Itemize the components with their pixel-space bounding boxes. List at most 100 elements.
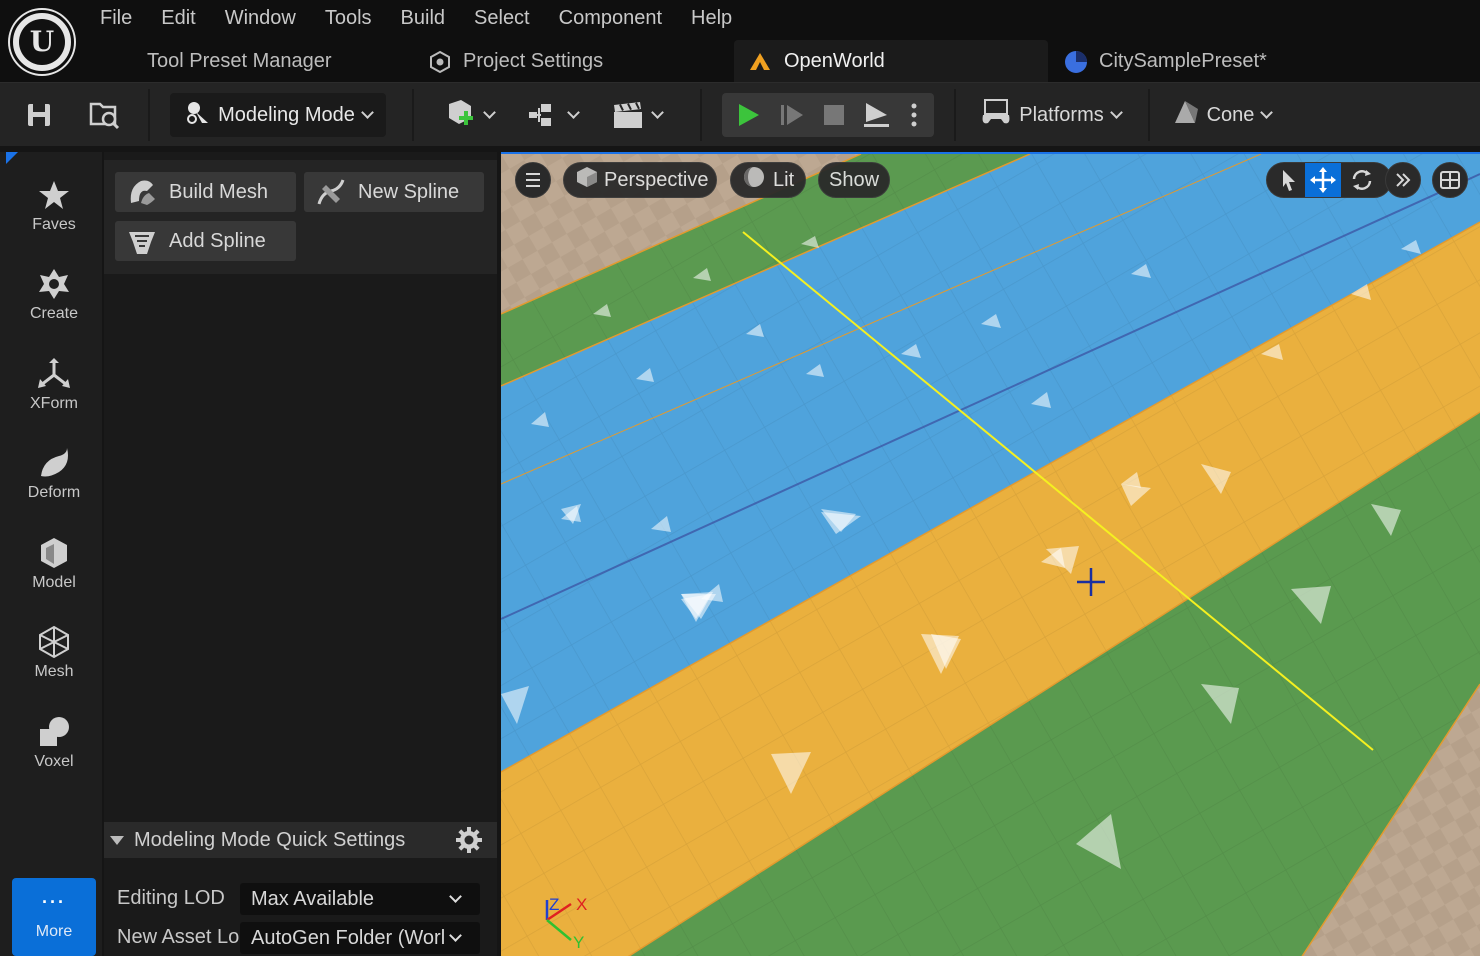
- perspective-label: Perspective: [604, 168, 709, 191]
- perspective-cube-icon: [576, 166, 598, 194]
- tab-label: CitySamplePreset*: [1099, 49, 1267, 72]
- chevron-down-icon: [449, 890, 462, 903]
- chevron-down-icon: [1260, 106, 1274, 119]
- preset-icon: [1063, 49, 1087, 73]
- chevron-down-icon: [566, 106, 580, 119]
- lit-sphere-icon: [743, 166, 765, 194]
- viewport-scene[interactable]: Z X Y: [501, 154, 1480, 956]
- menu-help[interactable]: Help: [691, 4, 732, 32]
- gear-icon[interactable]: [455, 826, 483, 854]
- category-faves[interactable]: Faves: [6, 166, 102, 250]
- lit-button[interactable]: Lit: [730, 162, 806, 198]
- more-label: More: [35, 923, 73, 940]
- menu-file[interactable]: File: [100, 4, 132, 32]
- platforms-label: Platforms: [1019, 103, 1104, 126]
- settings-cube-icon: [427, 49, 451, 74]
- menu-tools[interactable]: Tools: [325, 4, 372, 32]
- build-mesh-icon: [127, 177, 157, 207]
- category-label: Model: [32, 574, 76, 591]
- category-deform[interactable]: Deform: [6, 434, 102, 518]
- rotate-icon[interactable]: [1347, 165, 1377, 200]
- translate-icon[interactable]: [1305, 163, 1341, 197]
- menu-select[interactable]: Select: [474, 4, 530, 32]
- mesh-icon: [37, 625, 71, 659]
- editing-lod-select[interactable]: Max Available: [240, 883, 480, 915]
- save-icon[interactable]: [22, 93, 56, 137]
- build-mesh-button[interactable]: Build Mesh: [115, 172, 296, 212]
- transform-tools: [1266, 162, 1392, 198]
- more-button[interactable]: ··· More: [12, 878, 96, 956]
- show-button[interactable]: Show: [818, 162, 890, 198]
- category-model[interactable]: Model: [6, 524, 102, 608]
- create-icon: [37, 267, 71, 301]
- layout-grid-icon: [1440, 171, 1460, 189]
- category-mesh[interactable]: Mesh: [6, 613, 102, 697]
- lit-label: Lit: [773, 168, 795, 191]
- add-spline-icon: [127, 226, 157, 256]
- tab-tool-preset-manager[interactable]: Tool Preset Manager: [147, 40, 332, 82]
- viewport-layout-button[interactable]: [1432, 162, 1468, 198]
- play-icon[interactable]: [730, 93, 766, 137]
- platforms-icon: [979, 97, 1013, 133]
- modeling-mode-label: Modeling Mode: [218, 103, 355, 126]
- browse-content-icon[interactable]: [86, 93, 124, 137]
- panel-corner-marker: [6, 152, 18, 164]
- new-spline-icon: [316, 177, 346, 207]
- new-asset-location-select[interactable]: AutoGen Folder (Worl: [240, 922, 480, 954]
- category-voxel[interactable]: Voxel: [6, 703, 102, 787]
- editing-lod-value: Max Available: [251, 888, 375, 910]
- chevron-down-icon: [650, 106, 664, 119]
- tab-citysamplepreset[interactable]: CitySamplePreset*: [1063, 40, 1267, 82]
- quick-settings-header[interactable]: Modeling Mode Quick Settings: [104, 822, 497, 858]
- cone-label: Cone: [1206, 103, 1255, 126]
- chevron-down-icon: [482, 106, 496, 119]
- tab-label: OpenWorld: [784, 49, 885, 72]
- viewport-menu-button[interactable]: [515, 162, 551, 198]
- category-label: Deform: [27, 484, 81, 501]
- stop-icon[interactable]: [816, 93, 852, 137]
- tool-label: New Spline: [358, 180, 460, 203]
- modeling-mode-icon: [184, 99, 210, 131]
- more-options-icon[interactable]: [902, 93, 926, 137]
- play-controls: [722, 93, 934, 137]
- platforms-dropdown[interactable]: Platforms: [974, 93, 1126, 137]
- cinematics-button[interactable]: [606, 93, 666, 137]
- category-label: Create: [29, 305, 79, 322]
- main-toolbar: Modeling Mode Platforms Cone: [0, 82, 1480, 146]
- tab-label: Tool Preset Manager: [147, 49, 332, 72]
- select-arrow-icon[interactable]: [1273, 165, 1303, 200]
- category-create[interactable]: Create: [6, 255, 102, 339]
- axis-z-label: Z: [549, 895, 559, 914]
- menu-component[interactable]: Component: [559, 4, 662, 32]
- category-label: Mesh: [34, 663, 74, 680]
- clapperboard-icon: [613, 102, 642, 128]
- level-icon: [748, 49, 772, 73]
- step-icon[interactable]: [774, 93, 810, 137]
- add-actor-button[interactable]: [440, 93, 496, 137]
- tab-project-settings[interactable]: Project Settings: [427, 40, 603, 82]
- menu-build[interactable]: Build: [401, 4, 445, 32]
- unreal-logo-icon[interactable]: U: [10, 10, 74, 74]
- modeling-mode-dropdown[interactable]: Modeling Mode: [170, 93, 386, 137]
- cone-icon: [1171, 97, 1201, 133]
- menu-window[interactable]: Window: [225, 4, 296, 32]
- new-spline-button[interactable]: New Spline: [304, 172, 484, 212]
- level-viewport[interactable]: Z X Y Perspective Lit Show: [501, 152, 1480, 956]
- double-chevron-right-icon: [1396, 173, 1411, 187]
- editing-lod-label: Editing LOD: [117, 887, 225, 909]
- blueprint-button[interactable]: [524, 93, 580, 137]
- add-spline-button[interactable]: Add Spline: [115, 221, 296, 261]
- tool-label: Add Spline: [169, 229, 266, 252]
- eject-icon[interactable]: [858, 93, 894, 137]
- tab-openworld[interactable]: OpenWorld: [734, 40, 1048, 82]
- category-xform[interactable]: XForm: [6, 345, 102, 429]
- new-asset-location-label: New Asset Lo: [117, 926, 240, 948]
- chevron-down-icon: [1109, 106, 1123, 119]
- document-tabs: Tool Preset Manager Project Settings Ope…: [100, 40, 1480, 82]
- menu-edit[interactable]: Edit: [161, 4, 195, 32]
- perspective-button[interactable]: Perspective: [563, 162, 717, 198]
- hamburger-icon: [526, 173, 540, 187]
- expand-toolbar-button[interactable]: [1385, 162, 1421, 198]
- star-icon: [37, 178, 71, 212]
- cone-dropdown[interactable]: Cone: [1168, 93, 1274, 137]
